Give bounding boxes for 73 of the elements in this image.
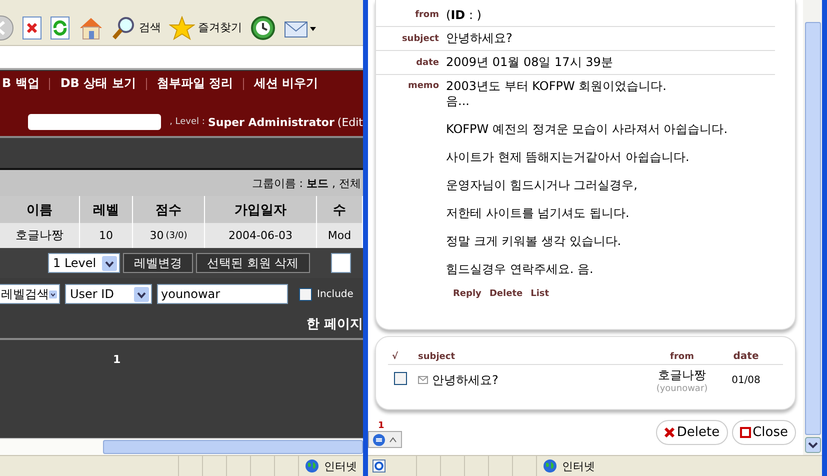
- refresh-icon[interactable]: [50, 16, 70, 40]
- column-header: date: [732, 351, 760, 362]
- column-header: from: [669, 352, 695, 362]
- memo-text: 정말 크게 키워볼 생각 있습니다.: [446, 234, 622, 249]
- scrollbar-thumb[interactable]: [103, 440, 363, 454]
- page-link[interactable]: 1: [113, 353, 121, 366]
- column-header: √: [391, 352, 400, 362]
- stop-icon[interactable]: [22, 16, 42, 40]
- count-label: 1: [378, 421, 384, 431]
- action-link[interactable]: Reply: [453, 289, 482, 299]
- scrollbar-thumb[interactable]: [804, 22, 820, 435]
- row-checkbox[interactable]: [394, 372, 407, 385]
- scroll-down-icon[interactable]: [804, 437, 820, 453]
- per-page-label: 한 페이지: [306, 316, 363, 333]
- favorites-button[interactable]: 즐겨찾기: [169, 16, 242, 40]
- level-label: , Level :: [170, 117, 205, 127]
- memo-text: 2003년도 부터 KOFPW 회원이었습니다.: [446, 79, 668, 94]
- menu-link[interactable]: DB 상태 보기: [60, 75, 136, 92]
- globe-icon: [305, 459, 319, 473]
- include-label: Include: [317, 288, 354, 300]
- address-bar[interactable]: [0, 46, 363, 70]
- level-value: Super Administrator: [208, 116, 334, 128]
- close-button[interactable]: Close: [732, 420, 796, 445]
- sender-name: 호글나짱: [658, 366, 706, 384]
- menu-link[interactable]: B 백업: [2, 75, 40, 92]
- field-value: (ID : ): [446, 8, 482, 22]
- action-button[interactable]: 레벨변경: [123, 253, 193, 273]
- action-link[interactable]: Delete: [489, 289, 523, 299]
- field-label: date: [415, 58, 440, 68]
- select-field[interactable]: [330, 253, 351, 273]
- mini-toolbar[interactable]: [368, 431, 402, 448]
- action-link[interactable]: List: [530, 289, 550, 299]
- zone-label: 인터넷: [562, 458, 595, 474]
- x-icon: [664, 427, 675, 438]
- action-button[interactable]: 선택된 회원 삭제: [196, 253, 310, 273]
- envelope-icon: [418, 376, 428, 384]
- globe-icon: [543, 459, 557, 473]
- scope-select[interactable]: 레벨검색: [0, 284, 60, 304]
- memo-text: 힘드실경우 연락주세요. 음.: [446, 262, 594, 277]
- message-date: 01/08: [730, 374, 762, 386]
- include-checkbox[interactable]: [299, 288, 312, 300]
- zone-label: 인터넷: [324, 458, 357, 474]
- level-select[interactable]: 1 Level: [48, 253, 120, 273]
- search-field[interactable]: younowar: [157, 284, 288, 304]
- square-icon: [740, 427, 751, 438]
- memo-text: KOFPW 예전의 정겨운 모습이 사라져서 아쉽습니다.: [446, 122, 728, 137]
- caret-up-icon: [389, 436, 397, 442]
- field-label: from: [414, 10, 440, 20]
- field-label: memo: [406, 80, 440, 91]
- memo-text: 저한테 사이트를 넘기셔도 됩니다.: [446, 206, 630, 221]
- menu-link[interactable]: 첨부파일 정리: [156, 75, 233, 92]
- star-icon: [169, 16, 195, 40]
- search-icon: [112, 16, 136, 40]
- sender-id: (younowar): [656, 384, 708, 394]
- vertical-scrollbar[interactable]: [803, 0, 822, 455]
- column-header: subject: [418, 352, 456, 362]
- menu-link[interactable]: 세션 비우기: [254, 75, 318, 92]
- field-value: 2009년 01월 08일 17시 39분: [446, 54, 613, 71]
- memo-text: 사이트가 현제 뜸해지는거같아서 아쉽습니다.: [446, 150, 690, 165]
- field-select[interactable]: User ID: [65, 284, 152, 304]
- field-label: subject: [400, 34, 440, 44]
- home-icon[interactable]: [78, 16, 104, 40]
- memo-text: 음...: [446, 94, 470, 109]
- edit-link[interactable]: (Edit: [337, 116, 363, 128]
- clock-icon[interactable]: [250, 14, 276, 40]
- message-subject-link[interactable]: 안녕하세요?: [432, 372, 498, 388]
- horizontal-scrollbar[interactable]: [0, 438, 363, 455]
- browser-page-icon: [372, 459, 386, 473]
- search-button[interactable]: 검색: [112, 16, 161, 40]
- group-info: 그룹이름 : 보드 , 전체: [252, 176, 361, 190]
- memo-text: 운영자님이 힘드시거나 그러실경우,: [446, 178, 638, 193]
- field-value: 안녕하세요?: [446, 30, 512, 47]
- delete-button[interactable]: Delete: [656, 420, 728, 445]
